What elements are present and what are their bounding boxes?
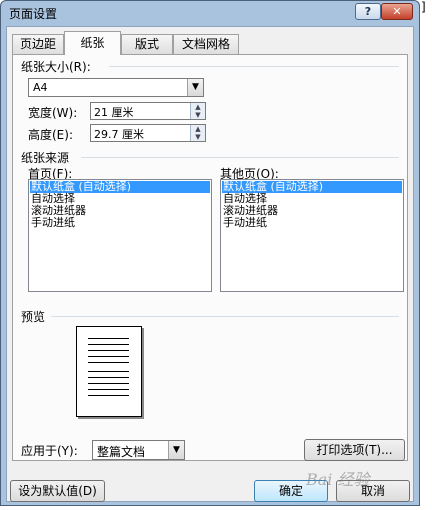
preview-line bbox=[88, 395, 129, 396]
apply-to-label: 应用于(Y): bbox=[21, 444, 78, 458]
chevron-down-icon[interactable]: ▼ bbox=[187, 79, 203, 96]
paper-tab-panel: 纸张大小(R): A4 ▼ 宽度(W): 21 厘米 ▲ ▼ 高度(E): 29… bbox=[12, 54, 408, 461]
preview-line bbox=[88, 383, 129, 384]
list-item[interactable]: 手动进纸 bbox=[30, 217, 210, 229]
page-preview bbox=[76, 326, 142, 417]
watermark-text: Bai 经验 bbox=[306, 470, 370, 489]
other-pages-source-list[interactable]: 默认纸盒 (自动选择) 自动选择 滚动进纸器 手动进纸 bbox=[220, 179, 404, 292]
dialog-body: 页边距 纸张 版式 文档网格 纸张大小(R): A4 ▼ 宽度(W): 21 厘… bbox=[6, 26, 414, 502]
preview-line bbox=[88, 371, 129, 372]
height-value[interactable]: 29.7 厘米 bbox=[94, 126, 144, 142]
tab-layout[interactable]: 版式 bbox=[121, 34, 173, 54]
first-page-source-list[interactable]: 默认纸盒 (自动选择) 自动选择 滚动进纸器 手动进纸 bbox=[28, 179, 212, 292]
page-setup-dialog: 页面设置 ? ✕ 页边距 纸张 版式 文档网格 纸张大小(R): A4 ▼ 宽度… bbox=[0, 0, 420, 506]
set-default-button[interactable]: 设为默认值(D) bbox=[10, 480, 105, 502]
height-label: 高度(E): bbox=[28, 128, 73, 142]
preview-line bbox=[88, 389, 129, 390]
group-divider bbox=[81, 157, 399, 158]
window-title: 页面设置 bbox=[9, 7, 58, 21]
paper-size-value: A4 bbox=[33, 81, 48, 94]
print-options-button[interactable]: 打印选项(T)... bbox=[304, 439, 405, 461]
preview-line bbox=[88, 350, 129, 351]
help-button[interactable]: ? bbox=[355, 3, 381, 20]
paper-size-group-label: 纸张大小(R): bbox=[21, 60, 91, 74]
close-icon: ✕ bbox=[392, 5, 402, 18]
help-icon: ? bbox=[364, 5, 372, 18]
group-divider bbox=[51, 316, 399, 317]
chevron-down-icon[interactable]: ▼ bbox=[168, 441, 184, 459]
apply-to-value: 整篇文档 bbox=[97, 445, 146, 459]
preview-group-label: 预览 bbox=[21, 310, 46, 324]
title-bar[interactable]: 页面设置 ? ✕ bbox=[1, 1, 419, 25]
paper-source-group-label: 纸张来源 bbox=[21, 151, 70, 165]
height-spinner[interactable]: 29.7 厘米 ▲ ▼ bbox=[90, 124, 206, 142]
close-button[interactable]: ✕ bbox=[381, 3, 413, 20]
preview-line bbox=[88, 356, 129, 357]
group-divider bbox=[109, 66, 399, 67]
width-spinner[interactable]: 21 厘米 ▲ ▼ bbox=[90, 102, 206, 120]
preview-line bbox=[88, 362, 129, 363]
paper-size-select[interactable]: A4 ▼ bbox=[28, 78, 204, 97]
tab-margins[interactable]: 页边距 bbox=[12, 34, 64, 54]
width-value[interactable]: 21 厘米 bbox=[94, 104, 134, 120]
spin-down-icon[interactable]: ▼ bbox=[190, 133, 205, 141]
list-item[interactable]: 手动进纸 bbox=[222, 217, 402, 229]
preview-line bbox=[88, 344, 129, 345]
preview-line bbox=[88, 377, 129, 378]
preview-line bbox=[88, 338, 129, 339]
apply-to-select[interactable]: 整篇文档 ▼ bbox=[92, 440, 185, 460]
background-edge-text: ] bbox=[421, 0, 426, 14]
width-label: 宽度(W): bbox=[28, 106, 78, 120]
tab-paper[interactable]: 纸张 bbox=[64, 31, 121, 55]
spin-down-icon[interactable]: ▼ bbox=[190, 111, 205, 119]
tab-document-grid[interactable]: 文档网格 bbox=[173, 34, 239, 54]
